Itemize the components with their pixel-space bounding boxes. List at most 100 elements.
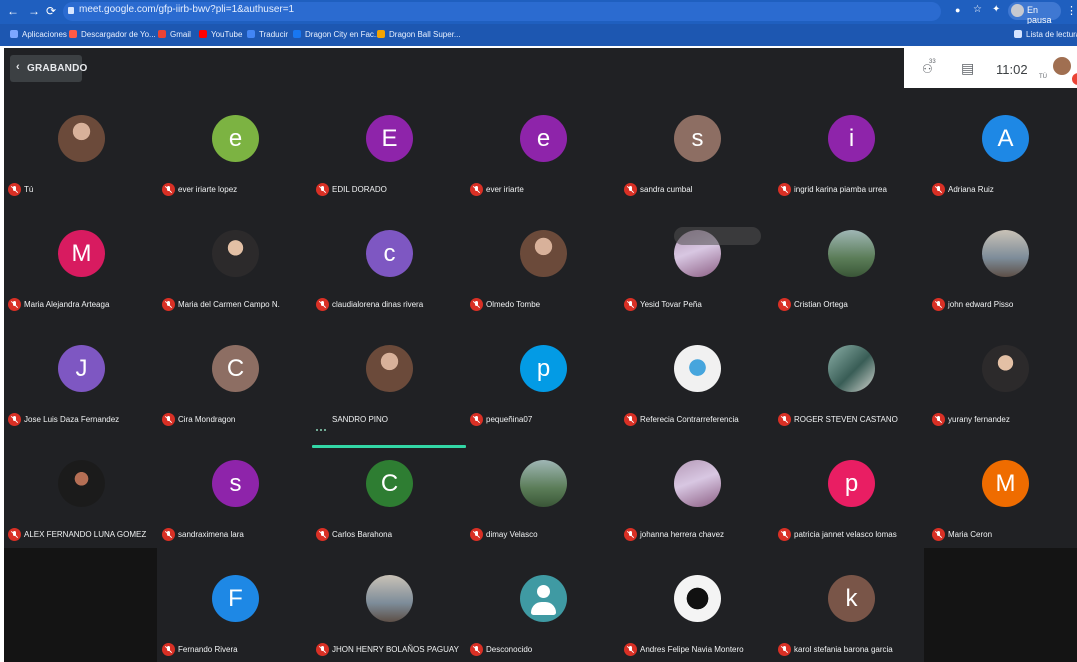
participant-name: pequeñina07 xyxy=(486,415,533,424)
participant-tile-maria-del-carmen-campo-n[interactable]: Maria del Carmen Campo N. xyxy=(158,213,312,328)
bookmark-translate[interactable]: Traducir xyxy=(247,30,288,39)
mic-off-icon xyxy=(624,413,637,426)
recording-button[interactable]: ‹ GRABANDO xyxy=(10,55,87,82)
participant-avatar-initial: M xyxy=(58,230,105,277)
mic-off-icon xyxy=(8,413,21,426)
participant-name: ALEX FERNANDO LUNA GOMEZ xyxy=(24,530,147,539)
participant-tile-maria-ceron[interactable]: M Maria Ceron xyxy=(928,443,1077,558)
anonymous-user-icon xyxy=(520,575,567,622)
participant-tile-andres-felipe-navia-montero[interactable]: Andres Felipe Navia Montero xyxy=(620,558,774,662)
participant-tile-patricia-jannet-velasco-lomas[interactable]: p patricia jannet velasco lomas xyxy=(774,443,928,558)
empty-tile-right xyxy=(924,548,1077,662)
mic-off-icon xyxy=(932,528,945,541)
bookmark-dragon-ball[interactable]: Dragon Ball Super... xyxy=(377,30,461,39)
empty-tile-left xyxy=(4,548,157,662)
participant-tile-ingrid-karina-piamba-urrea[interactable]: i ingrid karina piamba urrea xyxy=(774,98,928,213)
participant-avatar-photo xyxy=(982,230,1029,277)
participant-name: Referecia Contrarreferencia xyxy=(640,415,739,424)
participant-tile-yurany-fernandez[interactable]: yurany fernandez xyxy=(928,328,1077,443)
participant-name: johanna herrera chavez xyxy=(640,530,725,539)
extensions-icon[interactable]: ✦ xyxy=(992,4,1000,15)
mic-off-icon xyxy=(778,298,791,311)
participant-tile-john-edward-pisso[interactable]: john edward Pisso xyxy=(928,213,1077,328)
participant-tile-sandraximena-lara[interactable]: s sandraximena lara xyxy=(158,443,312,558)
mic-off-icon xyxy=(8,298,21,311)
profile-avatar xyxy=(1011,4,1024,17)
bookmark-gmail[interactable]: Gmail xyxy=(158,30,191,39)
participant-avatar-photo xyxy=(366,575,413,622)
bookmark-dragon-city[interactable]: Dragon City en Fac... xyxy=(293,30,381,39)
participant-tile-sandra-cumbal[interactable]: s sandra cumbal xyxy=(620,98,774,213)
youtube-icon xyxy=(199,30,207,38)
participant-name: karol stefania barona garcia xyxy=(794,645,893,654)
participant-name: sandraximena lara xyxy=(178,530,244,539)
participant-tile-cristian-ortega[interactable]: Cristian Ortega xyxy=(774,213,928,328)
participant-avatar-initial: p xyxy=(520,345,567,392)
participant-tile-carlos-barahona[interactable]: C Carlos Barahona xyxy=(312,443,466,558)
participant-tile-olmedo-tombe[interactable]: Olmedo Tombe xyxy=(466,213,620,328)
participant-tile-johanna-herrera-chavez[interactable]: johanna herrera chavez xyxy=(620,443,774,558)
address-bar[interactable]: meet.google.com/gfp-iirb-bwv?pli=1&authu… xyxy=(63,2,941,21)
participant-tile-adriana-ruiz[interactable]: A Adriana Ruiz xyxy=(928,98,1077,213)
participant-avatar-photo xyxy=(366,345,413,392)
participant-tile-claudialorena-dinas-rivera[interactable]: c claudialorena dinas rivera xyxy=(312,213,466,328)
mic-off-icon xyxy=(316,643,329,656)
participant-name: Cristian Ortega xyxy=(794,300,848,309)
participant-tile-maria-alejandra-arteaga[interactable]: M Maria Alejandra Arteaga xyxy=(4,213,158,328)
participant-tile-dimay-velasco[interactable]: dimay Velasco xyxy=(466,443,620,558)
mic-off-icon xyxy=(162,183,175,196)
tile-hover-controls[interactable] xyxy=(674,227,761,245)
mic-off-icon xyxy=(932,413,945,426)
camera-icon[interactable]: ● xyxy=(955,5,960,15)
participant-tile-roger-steven-castano[interactable]: ROGER STEVEN CASTANO xyxy=(774,328,928,443)
participant-tile-karol-stefania-barona-garcia[interactable]: k karol stefania barona garcia xyxy=(774,558,928,662)
url-text: meet.google.com/gfp-iirb-bwv?pli=1&authu… xyxy=(79,4,295,15)
participant-tile-alex-fernando-luna-gomez[interactable]: ALEX FERNANDO LUNA GOMEZ xyxy=(4,443,158,558)
participant-name: Adriana Ruiz xyxy=(948,185,994,194)
participant-avatar-initial: s xyxy=(212,460,259,507)
participant-tile-jhon-henry-bolanos-paguay[interactable]: JHON HENRY BOLAÑOS PAGUAY xyxy=(312,558,466,662)
back-icon[interactable]: ← xyxy=(7,4,19,18)
bookmark-apps[interactable]: Aplicaciones xyxy=(10,30,67,39)
bookmark-youtube[interactable]: YouTube xyxy=(199,30,242,39)
reload-icon[interactable]: ⟳ xyxy=(46,4,56,18)
participant-tile-ever-iriarte[interactable]: e ever iriarte xyxy=(466,98,620,213)
mic-off-icon xyxy=(470,413,483,426)
mic-off-icon xyxy=(8,183,21,196)
meeting-time: 11:02 xyxy=(996,62,1028,77)
menu-icon[interactable]: ⋮ xyxy=(1066,4,1077,17)
participant-tile-sandro-pino[interactable]: SANDRO PINO xyxy=(312,328,466,448)
participant-name: Maria Alejandra Arteaga xyxy=(24,300,110,309)
participant-name: Maria del Carmen Campo N. xyxy=(178,300,280,309)
participant-tile-jose-luis-daza-fernandez[interactable]: J Jose Luis Daza Fernandez xyxy=(4,328,158,443)
star-icon[interactable]: ☆ xyxy=(973,4,982,15)
bookmark-downloader[interactable]: Descargador de Yo... xyxy=(69,30,156,39)
participant-name: SANDRO PINO xyxy=(332,415,389,424)
participant-avatar-initial: C xyxy=(212,345,259,392)
participant-tile-cira-mondragon[interactable]: C Cira Mondragon xyxy=(158,328,312,443)
bookmark-label: Aplicaciones xyxy=(22,30,67,39)
chat-icon[interactable]: ▤ xyxy=(961,60,974,77)
bookmarks-bar: Aplicaciones Descargador de Yo... Gmail … xyxy=(0,24,1077,46)
participant-name: ever iriarte lopez xyxy=(178,185,238,194)
participant-name: JHON HENRY BOLAÑOS PAGUAY xyxy=(332,645,459,654)
participant-tile-tu[interactable]: Tú xyxy=(4,98,158,213)
participant-tile-yesid-tovar-pena[interactable]: Yesid Tovar Peña xyxy=(620,213,774,328)
participant-avatar-photo xyxy=(828,345,875,392)
participant-tile-referecia-contrarreferencia[interactable]: Referecia Contrarreferencia xyxy=(620,328,774,443)
participant-avatar-initial: J xyxy=(58,345,105,392)
profile-paused-button[interactable]: En pausa xyxy=(1008,2,1061,25)
participant-tile-edil-dorado[interactable]: E EDIL DORADO xyxy=(312,98,466,213)
participant-tile-desconocido[interactable]: Desconocido xyxy=(466,558,620,662)
participant-name: Yesid Tovar Peña xyxy=(640,300,702,309)
self-avatar xyxy=(1052,56,1072,76)
participant-name: Cira Mondragon xyxy=(178,415,236,424)
reading-list-button[interactable]: Lista de lectura xyxy=(1014,30,1077,39)
participant-tile-ever-iriarte-lopez[interactable]: e ever iriarte lopez xyxy=(158,98,312,213)
participant-tile-pequenina07[interactable]: p pequeñina07 xyxy=(466,328,620,443)
participant-name: sandra cumbal xyxy=(640,185,693,194)
participant-tile-fernando-rivera[interactable]: F Fernando Rivera xyxy=(158,558,312,662)
bookmark-label: Gmail xyxy=(170,30,191,39)
forward-icon[interactable]: → xyxy=(28,4,40,18)
reading-list-label: Lista de lectura xyxy=(1026,30,1077,39)
